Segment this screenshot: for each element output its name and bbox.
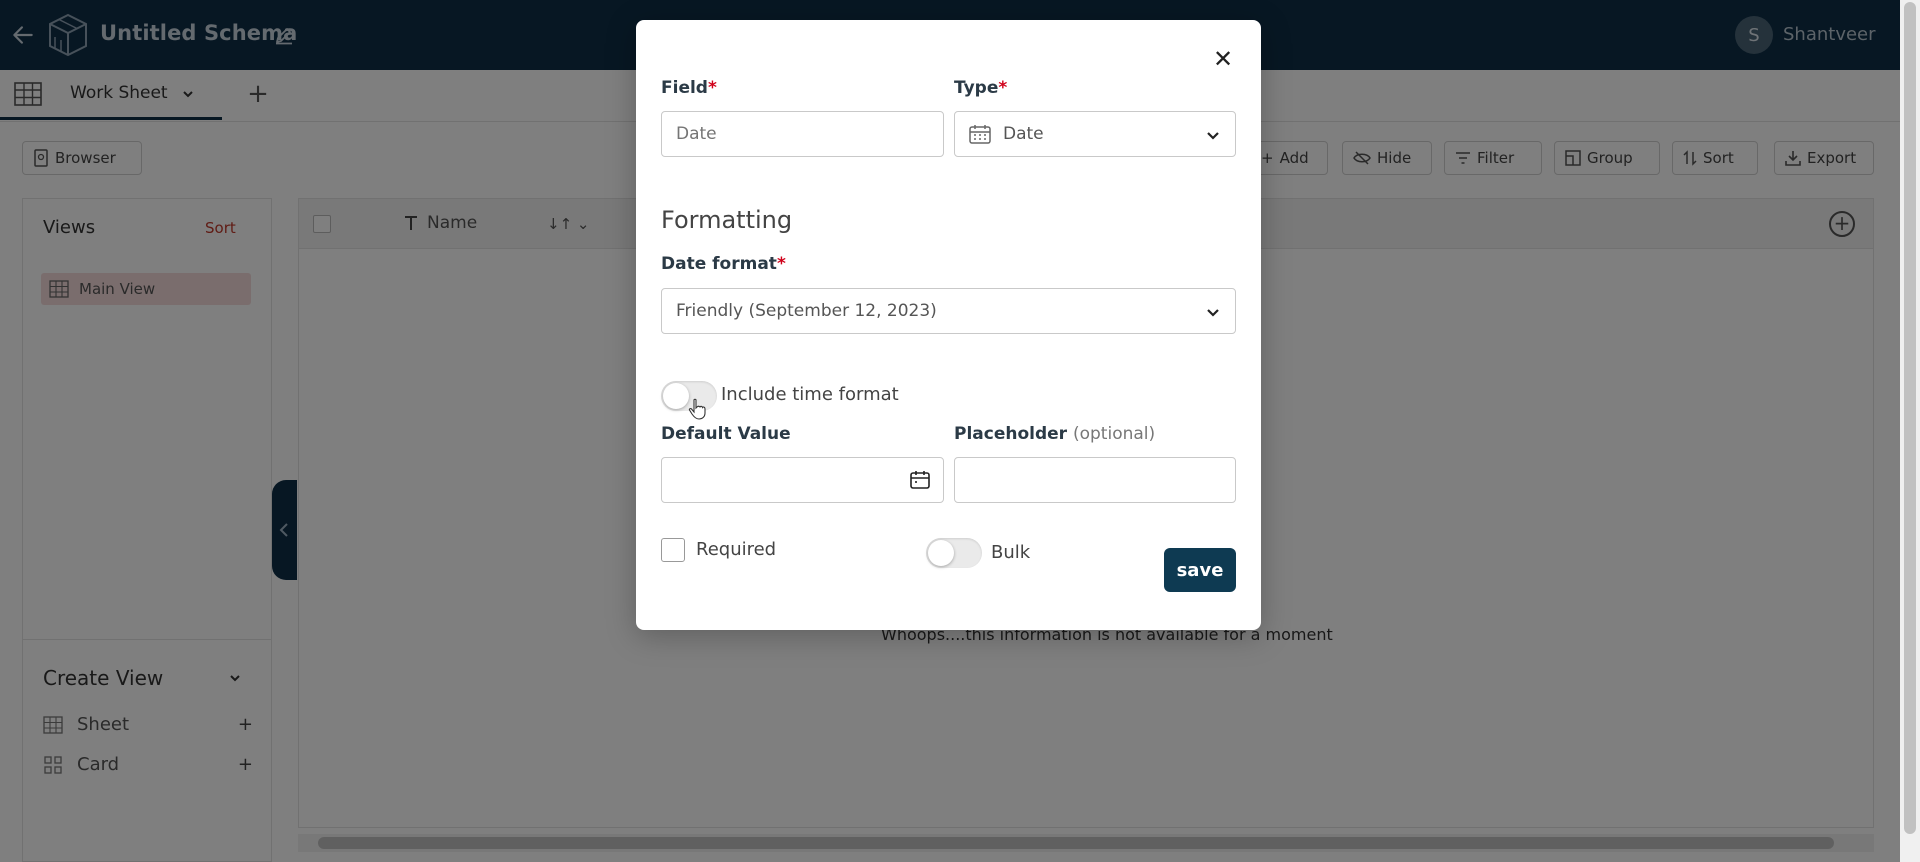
toggle-knob [663,383,689,409]
field-label: Field* [661,78,717,98]
bulk-label: Bulk [991,542,1031,563]
chevron-down-icon [1207,309,1219,317]
field-name-input[interactable] [661,111,944,157]
field-settings-modal: ✕ Field* Type* Date Formatting Date form… [636,20,1261,630]
date-format-label: Date format* [661,254,786,274]
date-format-select-value: Friendly (September 12, 2023) [676,301,937,321]
hand-pointer-icon [688,398,706,420]
placeholder-label: Placeholder (optional) [954,424,1155,444]
vertical-scrollbar[interactable] [1900,0,1920,862]
type-label-text: Type [954,78,999,98]
date-format-select[interactable]: Friendly (September 12, 2023) [661,288,1236,334]
save-button[interactable]: save [1164,548,1236,592]
chevron-down-icon [1207,132,1219,140]
toggle-knob [928,540,954,566]
include-time-label: Include time format [721,384,899,405]
required-asterisk: * [776,254,786,274]
default-value-date-input[interactable] [661,457,944,503]
date-format-label-text: Date format [661,254,777,274]
vertical-scrollbar-thumb[interactable] [1904,2,1916,834]
type-select[interactable]: Date [954,111,1236,157]
field-label-text: Field [661,78,708,98]
default-value-label: Default Value [661,424,791,444]
required-asterisk: * [707,78,717,98]
placeholder-label-text: Placeholder [954,424,1068,444]
required-asterisk: * [998,78,1008,98]
placeholder-input[interactable] [954,457,1236,503]
bulk-toggle[interactable] [926,538,982,568]
calendar-icon[interactable] [909,470,931,490]
close-icon[interactable]: ✕ [1210,46,1236,72]
type-label: Type* [954,78,1007,98]
calendar-icon [969,125,991,144]
placeholder-optional-hint: (optional) [1072,424,1156,444]
formatting-section-title: Formatting [661,206,793,234]
required-checkbox[interactable] [661,538,685,562]
required-label: Required [696,539,777,560]
type-select-value: Date [1003,124,1044,144]
